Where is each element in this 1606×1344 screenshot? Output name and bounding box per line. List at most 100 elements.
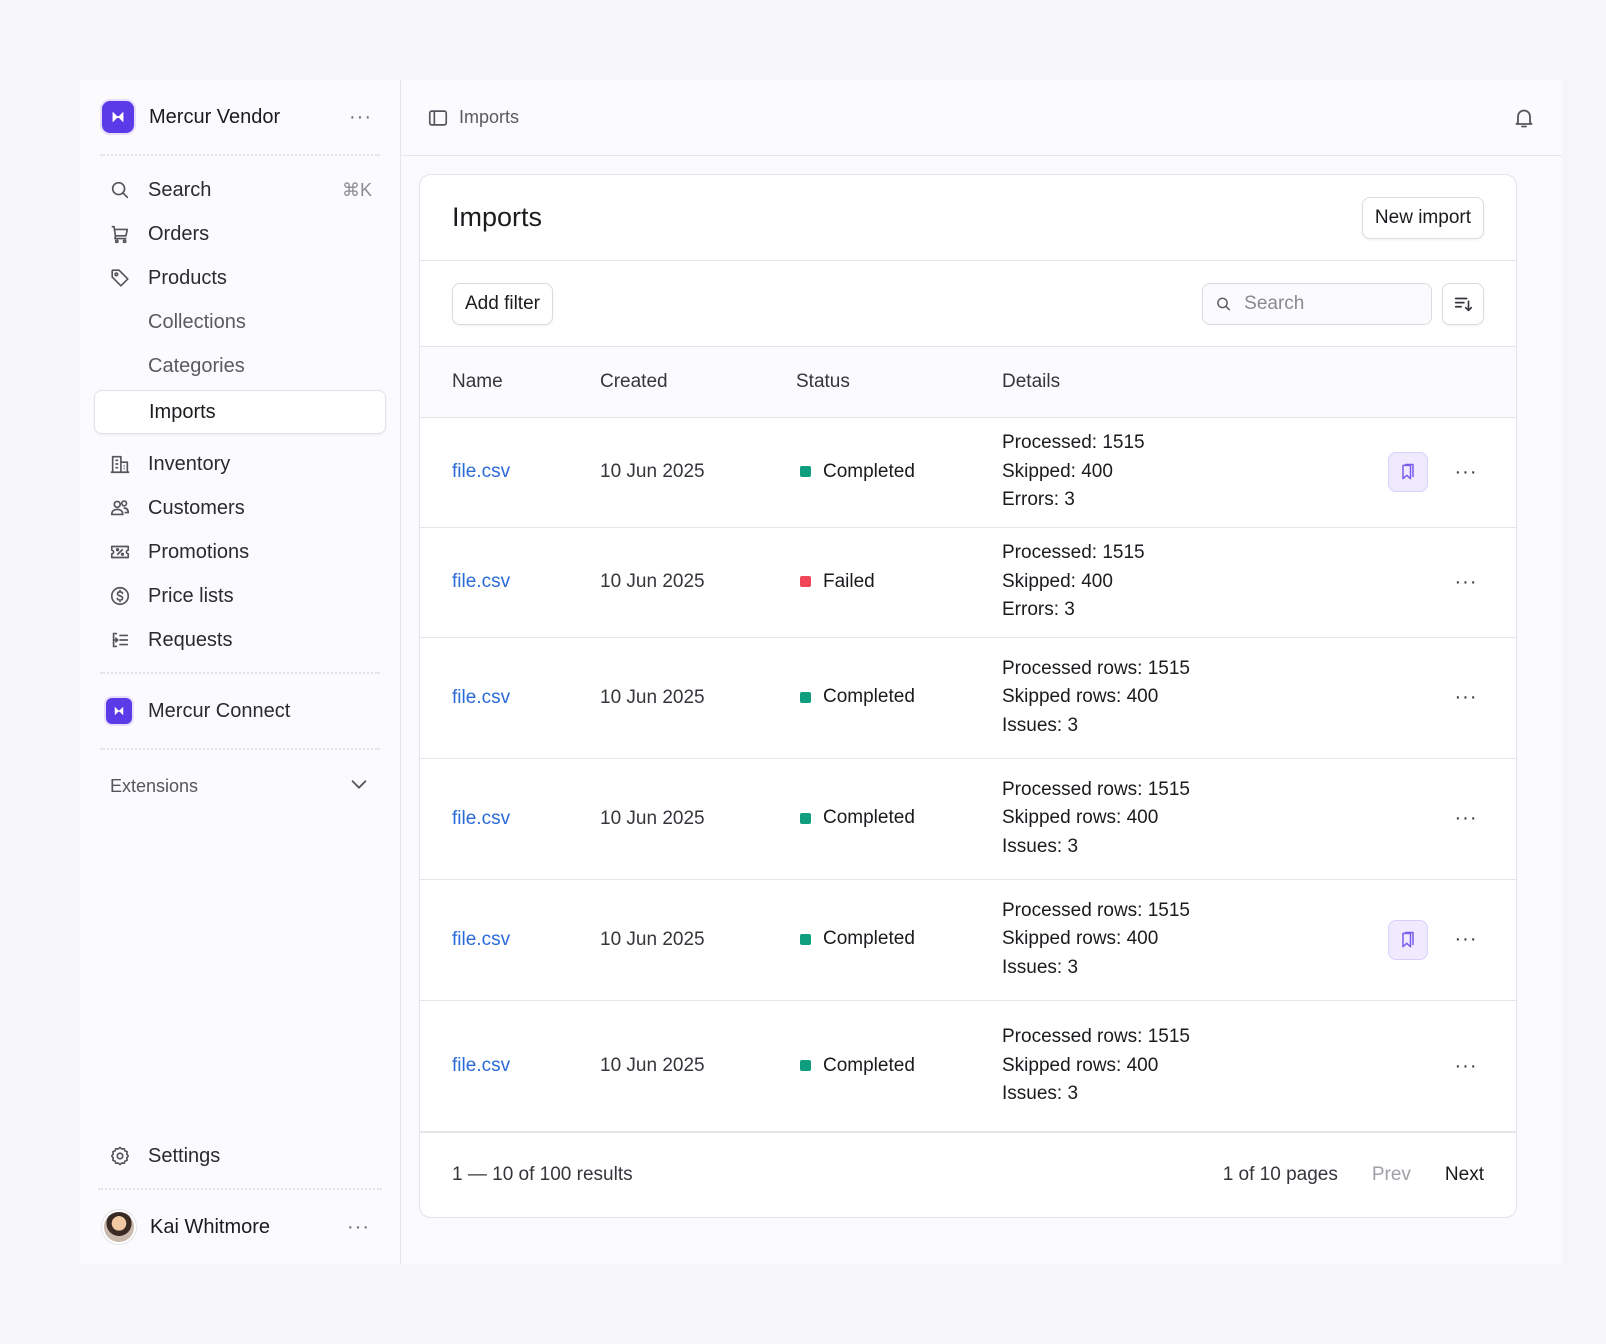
row-menu-button[interactable]: ··· bbox=[1446, 807, 1486, 830]
sort-button[interactable] bbox=[1442, 282, 1484, 325]
add-filter-button[interactable]: Add filter bbox=[452, 282, 553, 325]
nav-products-label: Products bbox=[148, 266, 227, 289]
nav-customers[interactable]: Customers bbox=[98, 486, 382, 530]
nav-mercur-connect[interactable]: Mercur Connect bbox=[98, 684, 382, 738]
search-shortcut: ⌘K bbox=[341, 179, 372, 200]
table-row[interactable]: file.csv 10 Jun 2025 Completed Processed… bbox=[420, 758, 1516, 880]
details-errors: Errors: 3 bbox=[1002, 489, 1075, 511]
table-row[interactable]: file.csv 10 Jun 2025 Completed Processed… bbox=[420, 417, 1516, 528]
store-name: Mercur Vendor bbox=[149, 105, 281, 128]
details-skipped: Skipped: 400 bbox=[1002, 570, 1113, 592]
sidebar-divider bbox=[100, 672, 380, 674]
nav-inventory[interactable]: Inventory bbox=[98, 442, 382, 486]
row-menu-button[interactable]: ··· bbox=[1446, 1055, 1486, 1078]
file-link[interactable]: file.csv bbox=[452, 687, 510, 708]
users-icon bbox=[108, 496, 132, 520]
card-header: Imports New import bbox=[420, 175, 1516, 261]
nav-imports[interactable]: Imports bbox=[94, 390, 386, 434]
search-input[interactable] bbox=[1244, 292, 1419, 315]
table-row[interactable]: file.csv 10 Jun 2025 Completed Processed… bbox=[420, 879, 1516, 1001]
table-row[interactable]: file.csv 10 Jun 2025 Completed Processed… bbox=[420, 637, 1516, 759]
status-dot bbox=[800, 466, 811, 478]
nav-requests[interactable]: Requests bbox=[98, 618, 382, 662]
status-label: Completed bbox=[823, 686, 915, 708]
status-dot bbox=[800, 691, 811, 703]
details-issues: Issues: 3 bbox=[1002, 835, 1079, 857]
details-skipped: Skipped rows: 400 bbox=[1002, 686, 1159, 708]
imports-card: Imports New import Add filter Name Creat… bbox=[419, 174, 1517, 1218]
table-row[interactable]: file.csv 10 Jun 2025 Completed Processed… bbox=[420, 1000, 1516, 1133]
new-import-button[interactable]: New import bbox=[1361, 196, 1484, 239]
user-menu[interactable]: Kai Whitmore ··· bbox=[98, 1188, 382, 1264]
status-label: Failed bbox=[823, 570, 875, 592]
nav-categories-label: Categories bbox=[148, 354, 245, 377]
main-content: Imports Imports New import Add filter Se… bbox=[401, 80, 1562, 1264]
bookmarks-icon[interactable] bbox=[1388, 452, 1428, 492]
table-row[interactable]: file.csv 10 Jun 2025 Failed Processed: 1… bbox=[420, 527, 1516, 638]
extensions-toggle[interactable]: Extensions bbox=[98, 760, 382, 812]
store-menu-button[interactable]: ··· bbox=[343, 107, 378, 127]
details-skipped: Skipped rows: 400 bbox=[1002, 807, 1159, 829]
nav-products[interactable]: Products bbox=[98, 256, 382, 300]
row-menu-button[interactable]: ··· bbox=[1446, 461, 1486, 484]
nav-promotions-label: Promotions bbox=[148, 540, 250, 563]
column-header-details[interactable]: Details bbox=[1002, 347, 1366, 418]
gear-icon bbox=[108, 1144, 132, 1168]
receipt-percent-icon bbox=[108, 540, 132, 564]
status-dot bbox=[800, 933, 811, 945]
column-header-name[interactable]: Name bbox=[420, 347, 600, 418]
request-list-icon bbox=[108, 628, 132, 652]
nav-categories[interactable]: Categories bbox=[98, 344, 382, 388]
user-name: Kai Whitmore bbox=[150, 1215, 271, 1238]
row-menu-button[interactable]: ··· bbox=[1446, 686, 1486, 709]
topbar: Imports bbox=[401, 80, 1562, 156]
prev-page-button[interactable]: Prev bbox=[1372, 1164, 1411, 1186]
bookmarks-icon[interactable] bbox=[1388, 919, 1428, 960]
search-field[interactable] bbox=[1202, 282, 1432, 325]
file-link[interactable]: file.csv bbox=[452, 571, 510, 592]
breadcrumb: Imports bbox=[427, 107, 519, 129]
nav-settings-label: Settings bbox=[148, 1144, 221, 1167]
import-details: Processed: 1515 Skipped: 400 Errors: 3 bbox=[1002, 527, 1366, 638]
details-skipped: Skipped rows: 400 bbox=[1002, 1054, 1159, 1076]
status-label: Completed bbox=[823, 807, 915, 829]
sort-descending-icon bbox=[1454, 297, 1473, 311]
avatar bbox=[104, 1212, 134, 1242]
file-link[interactable]: file.csv bbox=[452, 461, 510, 482]
bell-icon[interactable] bbox=[1512, 106, 1536, 130]
breadcrumb-current: Imports bbox=[459, 107, 520, 127]
search-icon bbox=[1217, 297, 1230, 310]
import-details: Processed rows: 1515 Skipped rows: 400 I… bbox=[1002, 758, 1366, 880]
sidebar-footer: Settings Kai Whitmore ··· bbox=[98, 1134, 382, 1264]
chevron-down-icon bbox=[348, 773, 370, 800]
nav-price-lists[interactable]: Price lists bbox=[98, 574, 382, 618]
sidebar-panel-icon[interactable] bbox=[427, 107, 449, 129]
column-header-status[interactable]: Status bbox=[796, 347, 1002, 418]
file-link[interactable]: file.csv bbox=[452, 1055, 510, 1076]
row-menu-button[interactable]: ··· bbox=[1446, 928, 1486, 951]
row-menu-button[interactable]: ··· bbox=[1446, 571, 1486, 594]
search-icon bbox=[108, 178, 132, 202]
store-switcher[interactable]: Mercur Vendor ··· bbox=[100, 80, 380, 156]
details-processed: Processed rows: 1515 bbox=[1002, 778, 1190, 800]
column-header-actions bbox=[1366, 347, 1516, 418]
nav-orders[interactable]: Orders bbox=[98, 212, 382, 256]
details-errors: Errors: 3 bbox=[1002, 599, 1075, 621]
main-nav: Search ⌘K Orders Products Collections Ca… bbox=[94, 156, 386, 662]
column-header-created[interactable]: Created bbox=[600, 347, 796, 418]
nav-orders-label: Orders bbox=[148, 222, 210, 245]
sidebar: Mercur Vendor ··· Search ⌘K Orders Produ… bbox=[80, 80, 401, 1264]
user-menu-button[interactable]: ··· bbox=[341, 1217, 376, 1237]
nav-promotions[interactable]: Promotions bbox=[98, 530, 382, 574]
file-link[interactable]: file.csv bbox=[452, 929, 510, 950]
details-skipped: Skipped rows: 400 bbox=[1002, 928, 1159, 950]
status-dot bbox=[800, 1060, 811, 1072]
created-date: 10 Jun 2025 bbox=[600, 1000, 796, 1133]
nav-search[interactable]: Search ⌘K bbox=[98, 168, 382, 212]
next-page-button[interactable]: Next bbox=[1445, 1164, 1484, 1186]
status-badge: Completed bbox=[796, 686, 915, 708]
status-badge: Completed bbox=[796, 807, 915, 829]
nav-collections[interactable]: Collections bbox=[98, 300, 382, 344]
nav-settings[interactable]: Settings bbox=[98, 1134, 382, 1178]
file-link[interactable]: file.csv bbox=[452, 808, 510, 829]
